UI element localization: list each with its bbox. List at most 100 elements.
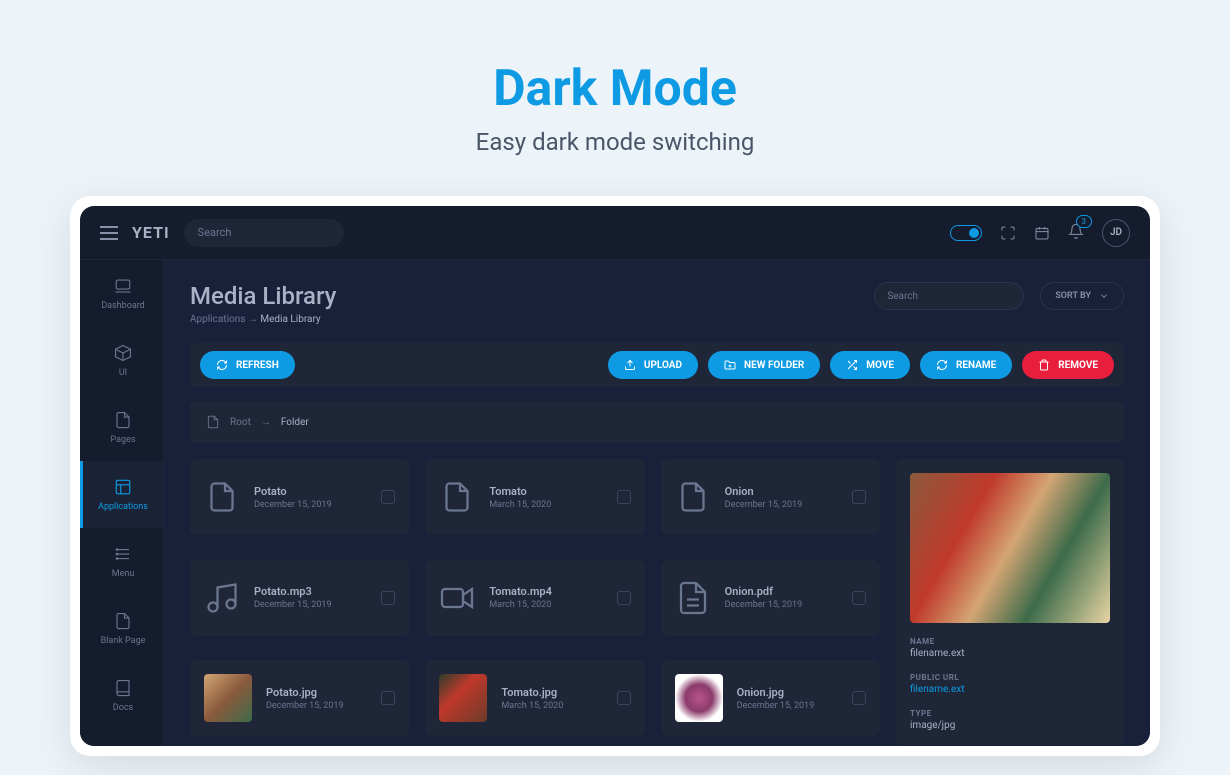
sidebar-item-blank-page[interactable]: Blank Page (80, 595, 163, 662)
upload-button[interactable]: UPLOAD (608, 351, 698, 379)
trash-icon (1038, 359, 1050, 371)
checkbox[interactable] (381, 591, 395, 605)
shuffle-icon (846, 359, 858, 371)
file-card[interactable]: Onion.jpgDecember 15, 2019 (661, 660, 880, 736)
sidebar-item-label: Blank Page (101, 636, 146, 646)
url-label: PUBLIC URL (910, 673, 1110, 682)
file-card[interactable]: Tomato.mp4March 15, 2020 (425, 560, 644, 636)
fullscreen-icon[interactable] (1000, 225, 1016, 241)
checkbox[interactable] (381, 691, 395, 705)
global-search[interactable] (184, 219, 344, 247)
file-date: December 15, 2019 (254, 500, 367, 510)
filter-input[interactable] (887, 291, 1020, 302)
file-icon (114, 612, 132, 630)
cube-icon (114, 344, 132, 362)
file-name: Onion.pdf (725, 585, 838, 598)
folder-icon (204, 479, 240, 515)
checkbox[interactable] (852, 691, 866, 705)
file-card[interactable]: Potato.mp3December 15, 2019 (190, 560, 409, 636)
file-name: Potato (254, 485, 367, 498)
laptop-icon (114, 277, 132, 295)
thumbnail (439, 674, 487, 722)
remove-button[interactable]: REMOVE (1022, 351, 1114, 379)
user-avatar[interactable]: JD (1102, 219, 1130, 247)
name-value: filename.ext (910, 648, 1110, 659)
menu-toggle[interactable] (100, 226, 118, 240)
path-breadcrumb: Root → Folder (190, 401, 1124, 443)
file-grid: Potato December 15, 2019 Tomato March 15, 2… (190, 459, 880, 745)
audio-icon (204, 580, 240, 616)
sort-button[interactable]: SORT BY (1040, 282, 1124, 310)
calendar-icon[interactable] (1034, 225, 1050, 241)
sidebar-item-applications[interactable]: Applications (80, 461, 163, 528)
new-folder-button[interactable]: NEW FOLDER (708, 351, 820, 379)
notification-badge: 3 (1076, 215, 1093, 228)
search-input[interactable] (198, 226, 338, 239)
file-date: December 15, 2019 (266, 701, 367, 711)
app-icon (114, 478, 132, 496)
sidebar-item-label: Applications (98, 502, 148, 512)
checkbox[interactable] (852, 490, 866, 504)
file-date: March 15, 2020 (501, 701, 602, 711)
type-label: TYPE (910, 709, 1110, 718)
doc-icon (675, 580, 711, 616)
sidebar-item-label: Menu (112, 569, 135, 579)
sidebar: Dashboard UI Pages Applications Menu Blank Pa… (80, 260, 164, 746)
checkbox[interactable] (617, 691, 631, 705)
upload-icon (624, 359, 636, 371)
hero-subtitle: Easy dark mode switching (0, 128, 1230, 156)
file-name: Tomato (489, 485, 602, 498)
url-value[interactable]: filename.ext (910, 684, 1110, 695)
checkbox[interactable] (617, 591, 631, 605)
page-title: Media Library (190, 282, 858, 310)
brand-logo: YETI (132, 223, 170, 242)
sidebar-item-docs[interactable]: Docs (80, 662, 163, 729)
name-label: NAME (910, 637, 1110, 646)
video-icon (439, 580, 475, 616)
file-name: Potato.mp3 (254, 585, 367, 598)
sidebar-item-label: Pages (111, 435, 136, 445)
sidebar-item-pages[interactable]: Pages (80, 394, 163, 461)
file-name: Potato.jpg (266, 686, 367, 699)
file-card[interactable]: Potato.jpg December 15, 2019 (190, 660, 409, 736)
filter-search[interactable] (874, 282, 1024, 310)
rename-button[interactable]: RENAME (920, 351, 1012, 379)
menu-icon (114, 545, 132, 563)
checkbox[interactable] (617, 490, 631, 504)
file-card[interactable]: Potato December 15, 2019 (190, 459, 409, 535)
sidebar-item-ui[interactable]: UI (80, 327, 163, 394)
refresh-button[interactable]: REFRESH (200, 351, 295, 379)
refresh-icon (216, 359, 228, 371)
folder-icon (675, 479, 711, 515)
sidebar-item-label: Docs (113, 703, 133, 713)
type-value: image/jpg (910, 720, 1110, 731)
details-panel: NAME filename.ext PUBLIC URL filename.ex… (896, 459, 1124, 745)
file-card[interactable]: Tomato.jpg March 15, 2020 (425, 660, 644, 736)
sidebar-item-label: UI (119, 368, 127, 378)
book-icon (114, 679, 132, 697)
refresh-icon (936, 359, 948, 371)
file-name: Onion (725, 485, 838, 498)
folder-plus-icon (724, 359, 736, 371)
chevron-down-icon (1099, 291, 1109, 301)
file-date: December 15, 2019 (725, 600, 838, 610)
file-card[interactable]: Onion December 15, 2019 (661, 459, 880, 535)
sidebar-item-dashboard[interactable]: Dashboard (80, 260, 163, 327)
file-name: Tomato.jpg (501, 686, 602, 699)
hero-title: Dark Mode (0, 60, 1230, 118)
sidebar-item-label: Dashboard (101, 301, 145, 311)
file-date: March 15, 2020 (489, 600, 602, 610)
sidebar-item-menu[interactable]: Menu (80, 528, 163, 595)
move-button[interactable]: MOVE (830, 351, 910, 379)
dark-mode-toggle[interactable] (950, 225, 982, 241)
checkbox[interactable] (381, 490, 395, 504)
file-icon (114, 411, 132, 429)
breadcrumb: Applications → Media Library (190, 314, 858, 325)
checkbox[interactable] (852, 591, 866, 605)
thumbnail (675, 674, 723, 722)
file-card[interactable]: Onion.pdf December 15, 2019 (661, 560, 880, 636)
file-date: March 15, 2020 (489, 500, 602, 510)
preview-image (910, 473, 1110, 623)
file-card[interactable]: Tomato March 15, 2020 (425, 459, 644, 535)
file-date: December 15, 2019 (725, 500, 838, 510)
